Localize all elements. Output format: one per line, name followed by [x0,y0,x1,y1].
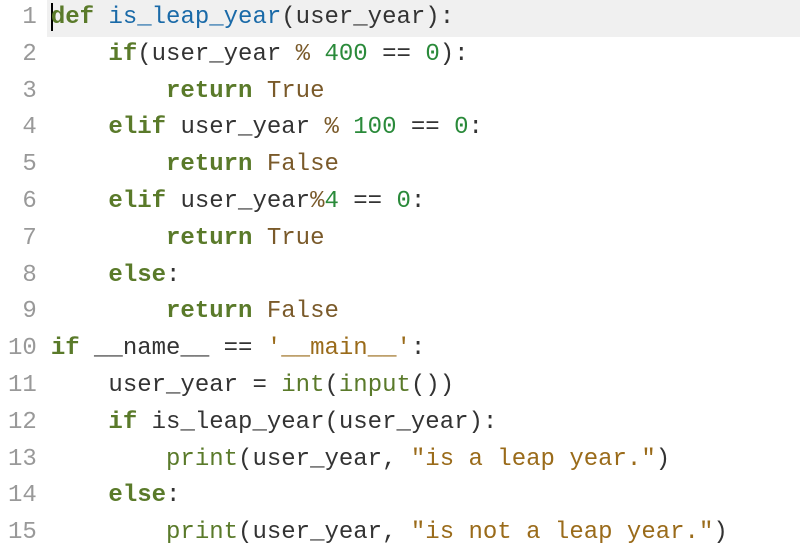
code-area[interactable]: def is_leap_year(user_year): if(user_yea… [47,0,800,553]
code-line[interactable]: return True [47,74,800,111]
line-number: 10 [8,331,37,368]
code-line[interactable]: return False [47,147,800,184]
code-line[interactable]: if is_leap_year(user_year): [47,405,800,442]
line-number: 8 [8,258,37,295]
code-line[interactable]: if __name__ == '__main__': [47,331,800,368]
code-line[interactable]: else: [47,478,800,515]
code-line[interactable]: user_year = int(input()) [47,368,800,405]
line-number: 9 [8,294,37,331]
code-line[interactable]: else: [47,258,800,295]
code-editor[interactable]: 1 2 3 4 5 6 7 8 9 10 11 12 13 14 15 def … [0,0,800,553]
line-number: 15 [8,515,37,552]
code-line[interactable]: print(user_year, "is a leap year.") [47,442,800,479]
code-line[interactable]: def is_leap_year(user_year): [47,0,800,37]
line-number: 1 [8,0,37,37]
line-number: 12 [8,405,37,442]
line-number-gutter: 1 2 3 4 5 6 7 8 9 10 11 12 13 14 15 [0,0,47,553]
code-line[interactable]: elif user_year % 100 == 0: [47,110,800,147]
line-number: 14 [8,478,37,515]
line-number: 11 [8,368,37,405]
line-number: 3 [8,74,37,111]
line-number: 7 [8,221,37,258]
line-number: 6 [8,184,37,221]
code-line[interactable]: if(user_year % 400 == 0): [47,37,800,74]
code-line[interactable]: return False [47,294,800,331]
code-line[interactable]: elif user_year%4 == 0: [47,184,800,221]
line-number: 5 [8,147,37,184]
code-line[interactable]: return True [47,221,800,258]
code-line[interactable]: print(user_year, "is not a leap year.") [47,515,800,552]
line-number: 4 [8,110,37,147]
line-number: 13 [8,442,37,479]
line-number: 2 [8,37,37,74]
